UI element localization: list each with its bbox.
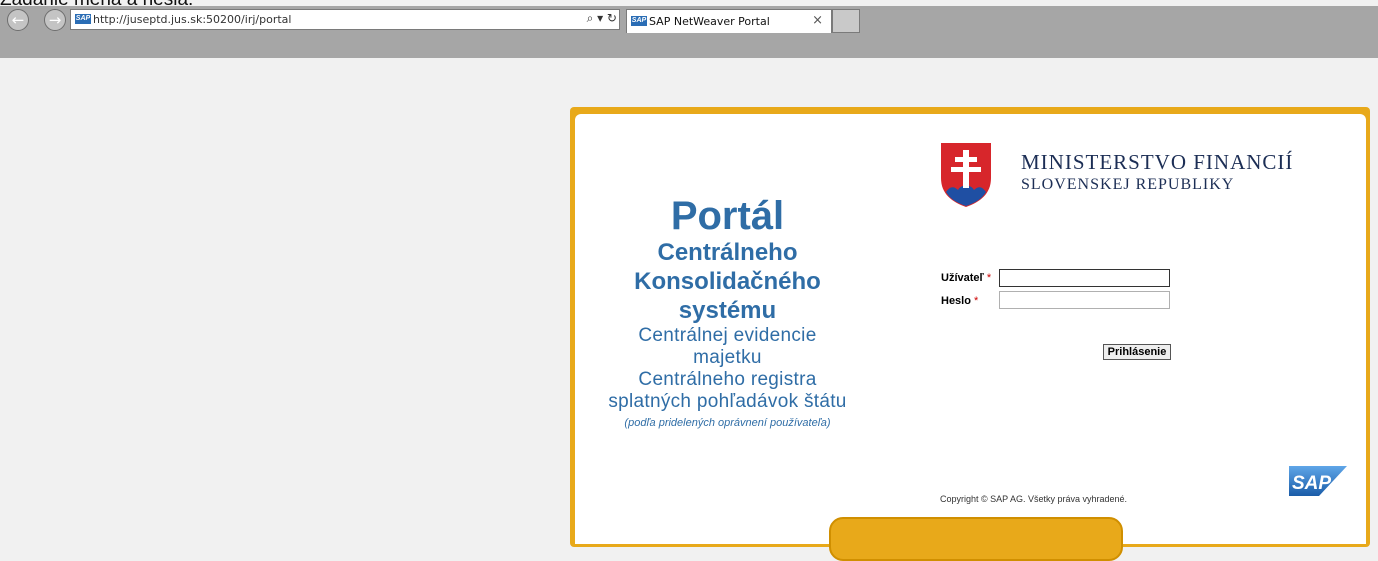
required-mark: * bbox=[974, 295, 979, 307]
portal-sub-line2: majetku bbox=[693, 347, 762, 368]
close-icon[interactable]: × bbox=[812, 13, 823, 28]
ministry-country: SLOVENSKEJ REPUBLIKY bbox=[1021, 176, 1235, 193]
portal-title-line3: Konsolidačného bbox=[634, 268, 821, 295]
copyright-text: Copyright © SAP AG. Všetky práva vyhrade… bbox=[940, 494, 1128, 504]
user-label: Užívateľ * bbox=[941, 272, 991, 284]
password-label-text: Heslo bbox=[941, 295, 971, 307]
bottom-panel-tab bbox=[829, 517, 1123, 561]
password-label: Heslo * bbox=[941, 295, 978, 307]
login-button[interactable]: Prihlásenie bbox=[1103, 344, 1171, 360]
sap-favicon-icon: SAP bbox=[631, 16, 647, 26]
search-refresh-icons[interactable]: ⌕ ▾ ↻ bbox=[587, 11, 617, 26]
required-mark: * bbox=[986, 272, 992, 284]
tab-sap-portal[interactable]: SAP SAP NetWeaver Portal × bbox=[626, 9, 832, 33]
login-panel-frame: Portál Centrálneho Konsolidačného systém… bbox=[570, 107, 1370, 547]
user-label-text: Užívateľ bbox=[941, 272, 984, 284]
slovak-coat-of-arms-icon bbox=[941, 143, 991, 207]
portal-sub-line3: Centrálneho registra bbox=[638, 369, 817, 390]
sap-logo-text: SAP bbox=[1292, 473, 1331, 494]
browser-navbar: ← → SAP http://juseptd.jus.sk:50200/irj/… bbox=[0, 6, 1378, 33]
portal-note: (podľa pridelených oprávnení používateľa… bbox=[624, 417, 831, 429]
password-field[interactable] bbox=[999, 291, 1170, 309]
address-bar[interactable]: SAP http://juseptd.jus.sk:50200/irj/port… bbox=[70, 9, 620, 30]
arrow-left-icon[interactable]: ← bbox=[7, 9, 29, 31]
portal-sub-line4: splatných pohľadávok štátu bbox=[608, 391, 847, 412]
url-text[interactable]: http://juseptd.jus.sk:50200/irj/portal bbox=[93, 13, 291, 26]
portal-title-line4: systému bbox=[678, 297, 777, 324]
portal-title-line2: Centrálneho bbox=[657, 239, 798, 266]
username-field[interactable] bbox=[999, 269, 1170, 287]
ministry-name: MINISTERSTVO FINANCIÍ bbox=[1021, 150, 1294, 174]
tab-title: SAP NetWeaver Portal bbox=[649, 15, 770, 28]
sap-logo-icon: SAP bbox=[1289, 466, 1347, 496]
portal-title: Portál bbox=[670, 194, 785, 238]
portal-title-block: Portál Centrálneho Konsolidačného systém… bbox=[575, 194, 880, 433]
portal-sub-line1: Centrálnej evidencie bbox=[638, 325, 817, 346]
sap-favicon-icon: SAP bbox=[75, 14, 91, 24]
arrow-right-icon[interactable]: → bbox=[44, 9, 66, 31]
login-panel: Portál Centrálneho Konsolidačného systém… bbox=[575, 114, 1366, 544]
new-tab-button[interactable] bbox=[832, 9, 860, 33]
